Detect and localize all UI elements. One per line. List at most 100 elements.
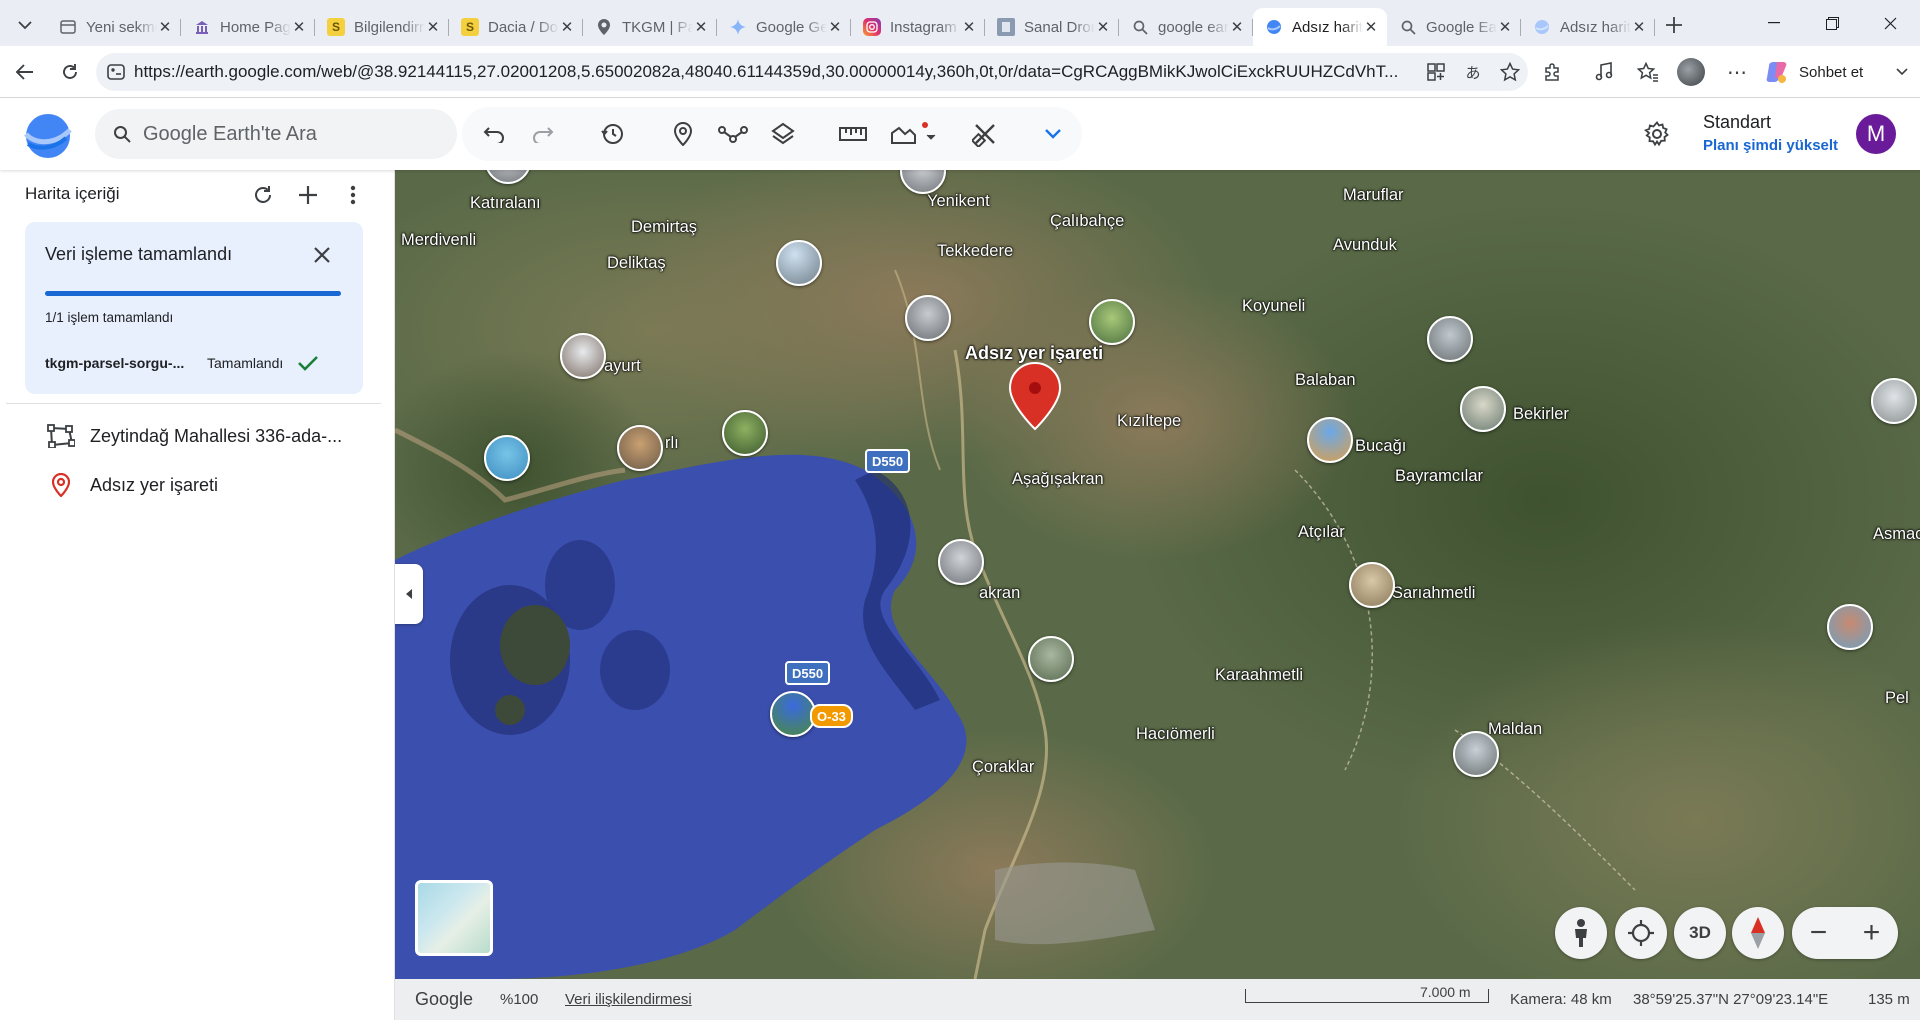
tab-google-earth[interactable]: Google Earth ✕ bbox=[1387, 8, 1521, 46]
tab-new-tab[interactable]: Yeni sekme ✕ bbox=[47, 8, 181, 46]
layers-icon[interactable] bbox=[766, 117, 800, 151]
minimize-button[interactable] bbox=[1745, 0, 1803, 46]
chevron-down-icon[interactable] bbox=[1888, 58, 1916, 86]
copilot-chat-button[interactable]: Sohbet et bbox=[1765, 56, 1863, 88]
add-placemark-icon[interactable] bbox=[666, 117, 700, 151]
tab-tkgm[interactable]: TKGM | Parsel ✕ bbox=[583, 8, 717, 46]
photo-marker[interactable] bbox=[1427, 316, 1473, 362]
upgrade-plan-link[interactable]: Planı şimdi yükselt bbox=[1703, 137, 1838, 154]
photo-marker[interactable] bbox=[1827, 604, 1873, 650]
tab-bilgilendirme[interactable]: S Bilgilendirme ✕ bbox=[315, 8, 449, 46]
tab-instagram[interactable]: Instagram ✕ bbox=[851, 8, 985, 46]
import-kml-icon[interactable] bbox=[886, 117, 942, 151]
tab-adsiz-harita-active[interactable]: Adsız harita ✕ bbox=[1253, 8, 1387, 46]
history-icon[interactable] bbox=[596, 117, 630, 151]
close-icon[interactable]: ✕ bbox=[961, 19, 977, 36]
close-icon[interactable]: ✕ bbox=[425, 19, 441, 36]
tab-home-page[interactable]: Home Page ✕ bbox=[181, 8, 315, 46]
back-button[interactable] bbox=[7, 54, 43, 90]
design-tools-icon[interactable] bbox=[968, 117, 1002, 151]
close-icon[interactable]: ✕ bbox=[1363, 19, 1379, 36]
google-earth-logo-icon[interactable] bbox=[24, 112, 72, 160]
close-icon[interactable]: ✕ bbox=[693, 19, 709, 36]
close-icon[interactable]: ✕ bbox=[1229, 19, 1245, 36]
zoom-in-button[interactable]: + bbox=[1863, 916, 1881, 950]
app-available-icon[interactable] bbox=[1426, 62, 1446, 82]
earth-map-viewport[interactable]: Katıralanı Demirtaş Merdivenli Deliktaş … bbox=[395, 170, 1920, 979]
tab-list: Yeni sekme ✕ Home Page ✕ S Bilgilendirme… bbox=[47, 4, 1655, 46]
ruler-icon[interactable] bbox=[836, 117, 870, 151]
reload-button[interactable] bbox=[52, 54, 88, 90]
close-icon[interactable]: ✕ bbox=[1631, 19, 1647, 36]
add-icon[interactable] bbox=[295, 182, 321, 208]
close-icon[interactable] bbox=[309, 242, 335, 268]
earth-search-input[interactable] bbox=[143, 122, 423, 146]
photo-marker[interactable] bbox=[1089, 299, 1135, 345]
tab-sanal-drone[interactable]: Sanal Drone ✕ bbox=[985, 8, 1119, 46]
list-item-polygon[interactable]: Zeytindağ Mahallesi 336-ada-... bbox=[46, 421, 376, 451]
close-icon[interactable]: ✕ bbox=[1095, 19, 1111, 36]
photo-marker[interactable] bbox=[1349, 562, 1395, 608]
undo-icon[interactable] bbox=[477, 117, 511, 151]
check-icon bbox=[298, 356, 319, 371]
data-attribution-link[interactable]: Veri ilişkilendirmesi bbox=[565, 991, 692, 1008]
chevron-down-icon[interactable] bbox=[1036, 117, 1070, 151]
photo-marker[interactable] bbox=[938, 539, 984, 585]
minimap-thumbnail[interactable] bbox=[415, 880, 493, 956]
photo-marker[interactable] bbox=[1453, 731, 1499, 777]
toggle-3d-button[interactable]: 3D bbox=[1674, 907, 1726, 959]
favorite-star-icon[interactable] bbox=[1500, 62, 1520, 82]
site-info-icon[interactable] bbox=[106, 62, 126, 82]
tab-dacia[interactable]: S Dacia / Dokker ✕ bbox=[449, 8, 583, 46]
tab-adsiz-harita[interactable]: Adsız harita ✕ bbox=[1521, 8, 1655, 46]
place-label: Asmacık bbox=[1873, 525, 1920, 543]
tab-search-icon[interactable] bbox=[9, 11, 41, 39]
extensions-icon[interactable] bbox=[1538, 58, 1566, 86]
close-icon[interactable]: ✕ bbox=[559, 19, 575, 36]
photo-marker[interactable] bbox=[1028, 636, 1074, 682]
photo-marker[interactable] bbox=[1871, 378, 1917, 424]
add-path-icon[interactable] bbox=[716, 117, 750, 151]
close-icon[interactable]: ✕ bbox=[827, 19, 843, 36]
close-icon[interactable]: ✕ bbox=[157, 19, 173, 36]
tab-gemini[interactable]: Google Gemini ✕ bbox=[717, 8, 851, 46]
pegman-icon[interactable] bbox=[1555, 907, 1607, 959]
tab-google-earth-search[interactable]: google earth ✕ bbox=[1119, 8, 1253, 46]
photo-marker[interactable] bbox=[1460, 386, 1506, 432]
profile-avatar-icon[interactable] bbox=[1677, 58, 1705, 86]
photo-marker[interactable] bbox=[1307, 417, 1353, 463]
media-control-icon[interactable] bbox=[1590, 58, 1618, 86]
collapse-panel-button[interactable] bbox=[395, 564, 423, 624]
compass-icon[interactable] bbox=[1732, 907, 1784, 959]
red-placemark-pin-icon[interactable] bbox=[1007, 361, 1063, 431]
photo-marker[interactable] bbox=[722, 410, 768, 456]
redo-icon[interactable] bbox=[526, 117, 560, 151]
new-tab-button[interactable] bbox=[1657, 9, 1691, 41]
more-menu-icon[interactable]: ⋯ bbox=[1723, 58, 1751, 86]
translate-icon[interactable]: あ bbox=[1463, 62, 1483, 82]
road-shield: D550 bbox=[865, 449, 911, 473]
refresh-icon[interactable] bbox=[250, 182, 276, 208]
user-avatar[interactable]: M bbox=[1856, 114, 1896, 154]
panel-divider bbox=[6, 403, 381, 404]
my-location-icon[interactable] bbox=[1615, 907, 1667, 959]
photo-marker[interactable] bbox=[484, 435, 530, 481]
earth-search-box[interactable] bbox=[95, 109, 457, 159]
address-bar[interactable]: https://earth.google.com/web/@38.9214411… bbox=[96, 53, 1528, 91]
close-icon[interactable]: ✕ bbox=[291, 19, 307, 36]
photo-marker[interactable] bbox=[776, 240, 822, 286]
settings-gear-icon[interactable] bbox=[1640, 117, 1674, 151]
restore-button[interactable] bbox=[1803, 0, 1861, 46]
close-icon[interactable]: ✕ bbox=[1497, 19, 1513, 36]
progress-text: 1/1 işlem tamamlandı bbox=[45, 310, 174, 325]
photo-marker[interactable] bbox=[905, 295, 951, 341]
list-item-placemark[interactable]: Adsız yer işareti bbox=[46, 470, 376, 500]
close-window-button[interactable] bbox=[1861, 0, 1919, 46]
favorites-icon[interactable] bbox=[1634, 58, 1662, 86]
more-vert-icon[interactable] bbox=[340, 182, 366, 208]
placemark-icon bbox=[46, 470, 76, 500]
gemini-icon bbox=[729, 18, 747, 36]
photo-marker[interactable] bbox=[560, 333, 606, 379]
zoom-out-button[interactable]: − bbox=[1810, 916, 1828, 950]
photo-marker[interactable] bbox=[617, 425, 663, 471]
